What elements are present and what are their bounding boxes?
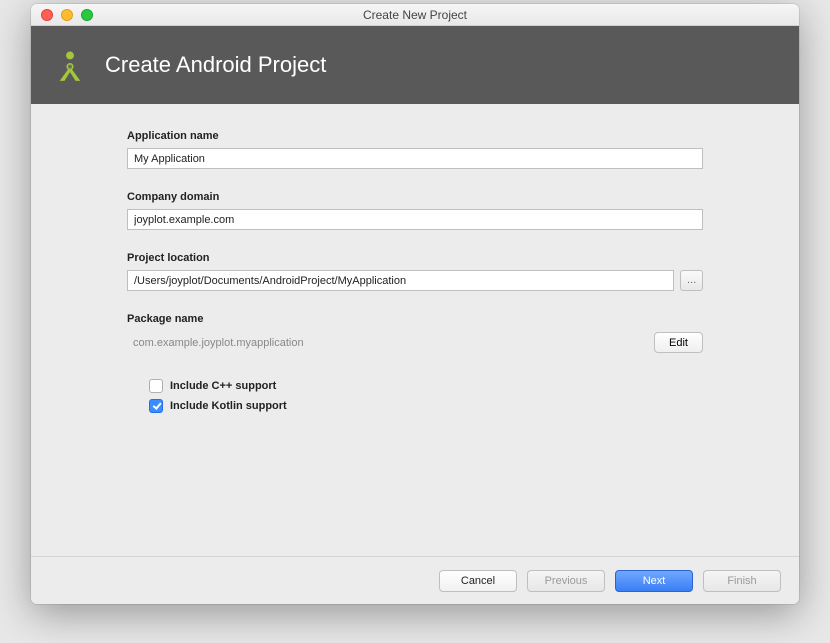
checkbox-icon: [149, 379, 163, 393]
field-company-domain: Company domain: [127, 191, 703, 230]
label-app-name: Application name: [127, 130, 703, 142]
checkbox-kotlin-support[interactable]: Include Kotlin support: [149, 399, 703, 413]
maximize-icon[interactable]: [81, 9, 93, 21]
cancel-button[interactable]: Cancel: [439, 570, 517, 592]
input-company-domain[interactable]: [127, 209, 703, 230]
android-studio-icon: [51, 46, 89, 84]
header-title: Create Android Project: [105, 52, 326, 78]
window-title: Create New Project: [31, 8, 799, 22]
label-company-domain: Company domain: [127, 191, 703, 203]
checkbox-icon: [149, 399, 163, 413]
window-controls: [31, 9, 93, 21]
minimize-icon[interactable]: [61, 9, 73, 21]
finish-button[interactable]: Finish: [703, 570, 781, 592]
edit-package-button[interactable]: Edit: [654, 332, 703, 353]
field-project-location: Project location …: [127, 252, 703, 291]
dialog-window: Create New Project Create Android Projec…: [31, 4, 799, 604]
titlebar: Create New Project: [31, 4, 799, 26]
button-bar: Cancel Previous Next Finish: [31, 556, 799, 604]
package-name-value: com.example.joyplot.myapplication: [127, 337, 304, 349]
previous-button[interactable]: Previous: [527, 570, 605, 592]
field-package-name: Package name com.example.joyplot.myappli…: [127, 313, 703, 353]
checkbox-cpp-support[interactable]: Include C++ support: [149, 379, 703, 393]
form-area: Application name Company domain Project …: [31, 104, 799, 556]
input-project-location[interactable]: [127, 270, 674, 291]
checkbox-cpp-label: Include C++ support: [170, 380, 276, 392]
header-banner: Create Android Project: [31, 26, 799, 104]
next-button[interactable]: Next: [615, 570, 693, 592]
close-icon[interactable]: [41, 9, 53, 21]
input-app-name[interactable]: [127, 148, 703, 169]
options-group: Include C++ support Include Kotlin suppo…: [127, 379, 703, 413]
label-project-location: Project location: [127, 252, 703, 264]
label-package-name: Package name: [127, 313, 703, 325]
browse-button[interactable]: …: [680, 270, 703, 291]
checkbox-kotlin-label: Include Kotlin support: [170, 400, 287, 412]
field-app-name: Application name: [127, 130, 703, 169]
